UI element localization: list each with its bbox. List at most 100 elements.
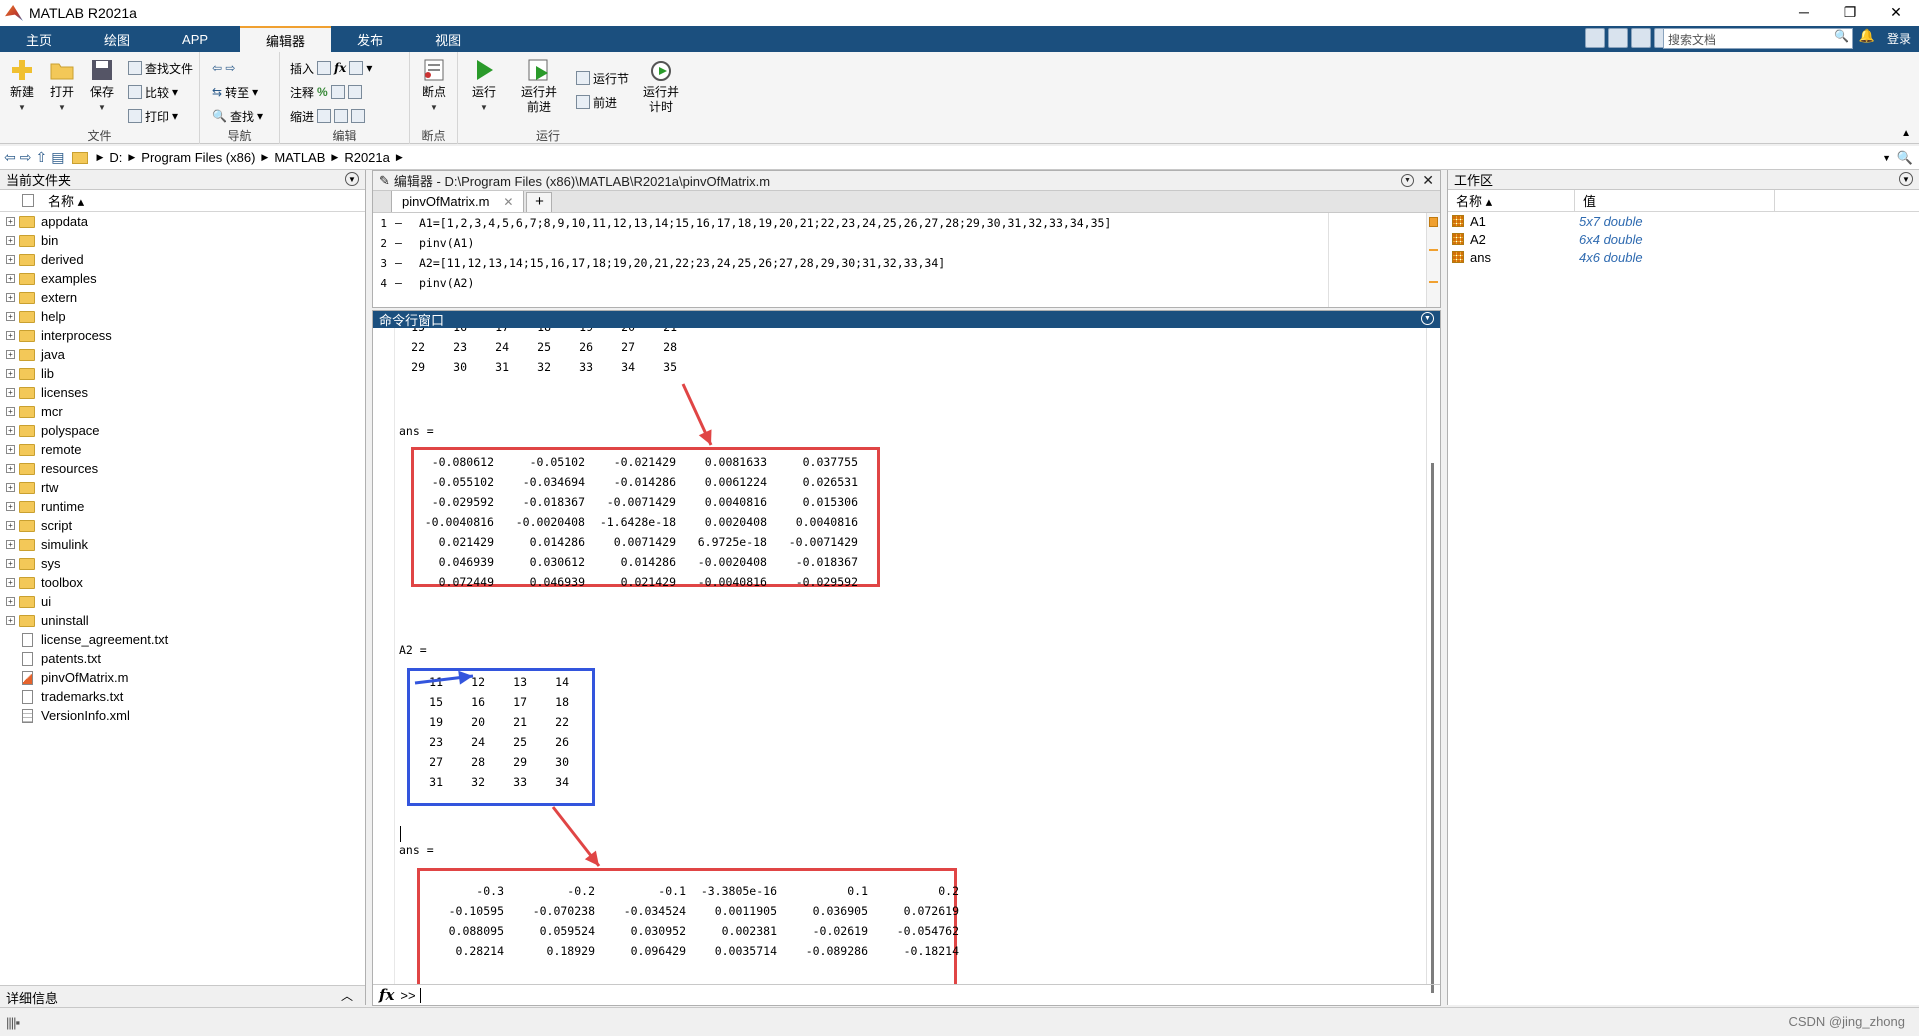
breakpoint-dash-icon[interactable]: – [387,236,419,250]
function-browser-icon[interactable]: fx [379,986,394,1004]
folder-item[interactable]: + ui [0,592,365,611]
breakpoint-dash-icon[interactable]: – [387,276,419,290]
new-tab-button[interactable]: + [526,192,553,212]
comment-button[interactable]: 注释 % [290,82,362,102]
collapse-toolstrip-icon[interactable]: ▲ [1901,128,1911,139]
crumb-separator-icon[interactable]: ▶ [331,152,338,163]
workspace-variable[interactable]: A1 5x7 double [1448,212,1919,230]
goto-button[interactable]: ⇆ 转至 ▾ [212,82,258,102]
workspace-menu-icon[interactable]: ▼ [1899,172,1913,186]
folder-item[interactable]: + rtw [0,478,365,497]
analyzer-marker[interactable] [1429,281,1438,283]
code-area[interactable]: 1– A1=[1,2,3,4,5,6,7;8,9,10,11,12,13,14;1… [373,213,1440,293]
breakpoints-button[interactable]: 断点 ▼ [414,58,454,115]
expand-icon[interactable]: + [6,350,15,359]
analyzer-warning-icon[interactable] [1429,217,1438,227]
compare-button[interactable]: 比较 ▾ [128,82,178,102]
expand-icon[interactable]: + [6,236,15,245]
folder-item[interactable]: + interprocess [0,326,365,345]
run-button[interactable]: 运行 ▼ [464,58,504,115]
expand-icon[interactable]: + [6,445,15,454]
close-button[interactable]: ✕ [1873,0,1919,24]
breadcrumb-item[interactable]: MATLAB [274,150,325,165]
expand-icon[interactable]: + [6,464,15,473]
expand-details-icon[interactable]: ︿ [341,987,353,1004]
expand-icon[interactable]: + [6,293,15,302]
forward-icon[interactable]: ⇨ [20,149,32,166]
run-time-button[interactable]: 运行并 计时 [638,58,684,115]
file-item[interactable]: VersionInfo.xml [0,706,365,725]
folder-item[interactable]: + mcr [0,402,365,421]
minimize-button[interactable]: ─ [1781,0,1827,24]
find-files-button[interactable]: 查找文件 [128,58,193,78]
folder-item[interactable]: + java [0,345,365,364]
folder-item[interactable]: + toolbox [0,573,365,592]
expand-icon[interactable]: + [6,578,15,587]
expand-icon[interactable]: + [6,312,15,321]
folder-item[interactable]: + extern [0,288,365,307]
name-column-header[interactable]: 名称 ▴ [0,190,365,212]
tab-4[interactable]: 发布 [331,26,409,52]
breadcrumb-item[interactable]: Program Files (x86) [141,150,255,165]
folder-item[interactable]: + sys [0,554,365,573]
expand-icon[interactable]: + [6,369,15,378]
folder-item[interactable]: + derived [0,250,365,269]
expand-icon[interactable]: + [6,426,15,435]
folder-item[interactable]: + bin [0,231,365,250]
expand-icon[interactable]: + [6,217,15,226]
open-button[interactable]: 打开 ▼ [42,58,82,115]
expand-icon[interactable]: + [6,521,15,530]
scrollbar-thumb[interactable] [1431,463,1434,993]
insert-button[interactable]: 插入 fx ▾ [290,58,372,78]
folder-item[interactable]: + examples [0,269,365,288]
file-item[interactable]: pinvOfMatrix.m [0,668,365,687]
breadcrumb-item[interactable]: R2021a [344,150,390,165]
folder-item[interactable]: + simulink [0,535,365,554]
expand-icon[interactable]: + [6,255,15,264]
folder-item[interactable]: + uninstall [0,611,365,630]
back-forward-icon[interactable]: ⇦ ⇨ [212,58,235,78]
crumb-separator-icon[interactable]: ▶ [96,152,103,163]
command-output[interactable]: 1516171819202122232425262728293031323334… [373,328,1426,984]
breakpoint-dash-icon[interactable]: – [387,256,419,270]
print-button[interactable]: 打印 ▾ [128,106,178,126]
browse-folder-icon[interactable]: ▤ [51,149,64,166]
expand-icon[interactable]: + [6,597,15,606]
workspace-variable[interactable]: A2 6x4 double [1448,230,1919,248]
code-line[interactable]: 4– pinv(A2) [373,273,1440,293]
expand-icon[interactable]: + [6,540,15,549]
expand-icon[interactable]: + [6,331,15,340]
back-icon[interactable]: ⇦ [4,149,16,166]
breakpoint-dash-icon[interactable]: – [387,216,419,230]
folder-item[interactable]: + polyspace [0,421,365,440]
folder-item[interactable]: + script [0,516,365,535]
folder-item[interactable]: + licenses [0,383,365,402]
folder-item[interactable]: + runtime [0,497,365,516]
file-item[interactable]: trademarks.txt [0,687,365,706]
scrollbar[interactable] [1426,328,1440,993]
expand-icon[interactable]: + [6,616,15,625]
editor-tab-pinvofmatrix[interactable]: pinvOfMatrix.m ✕ [391,190,525,212]
doc-search-input[interactable]: 搜索文档 🔍 [1663,28,1853,49]
tab-0[interactable]: 主页 [0,26,78,52]
copy-icon[interactable] [1631,28,1651,48]
bell-icon[interactable]: 🔔 [1859,28,1875,44]
run-section-button[interactable]: 运行节 [576,68,629,88]
analyzer-marker[interactable] [1429,249,1438,251]
expand-icon[interactable]: + [6,274,15,283]
indent-button[interactable]: 缩进 [290,106,366,126]
file-item[interactable]: license_agreement.txt [0,630,365,649]
run-advance-button[interactable]: 运行并 前进 [514,58,564,115]
cut-icon[interactable] [1608,28,1628,48]
maximize-button[interactable]: ❐ [1827,0,1873,24]
save-icon[interactable] [1585,28,1605,48]
crumb-separator-icon[interactable]: ▶ [261,152,268,163]
find-button[interactable]: 🔍 查找 ▾ [212,106,263,126]
expand-icon[interactable]: + [6,483,15,492]
ws-name-column[interactable]: 名称 ▴ [1448,190,1575,211]
folder-item[interactable]: + appdata [0,212,365,231]
code-line[interactable]: 3– A2=[11,12,13,14;15,16,17,18;19,20,21,2… [373,253,1440,273]
code-line[interactable]: 1– A1=[1,2,3,4,5,6,7;8,9,10,11,12,13,14;1… [373,213,1440,233]
tab-close-icon[interactable]: ✕ [503,195,513,209]
code-line[interactable]: 2– pinv(A1) [373,233,1440,253]
